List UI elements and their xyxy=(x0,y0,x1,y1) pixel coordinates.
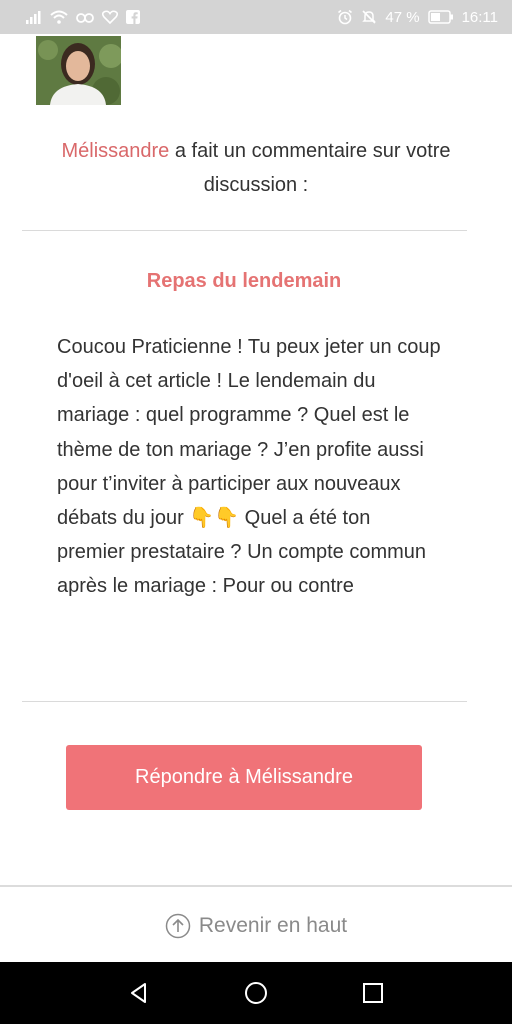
home-icon[interactable] xyxy=(232,969,280,1017)
battery-icon xyxy=(427,10,454,24)
author-name-link[interactable]: Mélissandre xyxy=(61,140,169,162)
comment-header: Mélissandre a fait un commentaire sur vo… xyxy=(40,134,472,202)
divider xyxy=(22,230,467,231)
navigation-bar xyxy=(0,962,512,1024)
back-to-top-link[interactable]: Revenir en haut xyxy=(0,904,512,948)
clock: 16:11 xyxy=(461,8,498,26)
status-right: 47 % 16:11 xyxy=(337,9,498,26)
discussion-title[interactable]: Repas du lendemain xyxy=(40,270,448,293)
signal-icon xyxy=(26,10,42,24)
arrow-up-circle-icon xyxy=(165,913,191,939)
avatar xyxy=(36,36,121,105)
avatar-photo xyxy=(36,36,121,105)
back-to-top-label: Revenir en haut xyxy=(198,914,348,937)
alarm-icon xyxy=(337,9,353,25)
reply-button[interactable]: Répondre à Mélissandre xyxy=(66,745,422,810)
footer-divider xyxy=(0,885,512,887)
wifi-icon xyxy=(50,10,68,24)
facebook-icon xyxy=(126,10,140,24)
status-left xyxy=(26,10,140,24)
recents-icon[interactable] xyxy=(349,969,397,1017)
heart-icon xyxy=(102,10,118,24)
back-icon[interactable] xyxy=(115,969,163,1017)
comment-body: Coucou Praticienne ! Tu peux jeter un co… xyxy=(57,336,441,598)
status-bar: 47 % 16:11 xyxy=(0,0,512,34)
data-icon xyxy=(76,10,94,24)
divider xyxy=(22,701,467,702)
battery-percent: 47 % xyxy=(385,8,420,26)
comment-header-text: a fait un commentaire sur votre discussi… xyxy=(169,140,451,196)
mute-icon xyxy=(361,9,377,25)
